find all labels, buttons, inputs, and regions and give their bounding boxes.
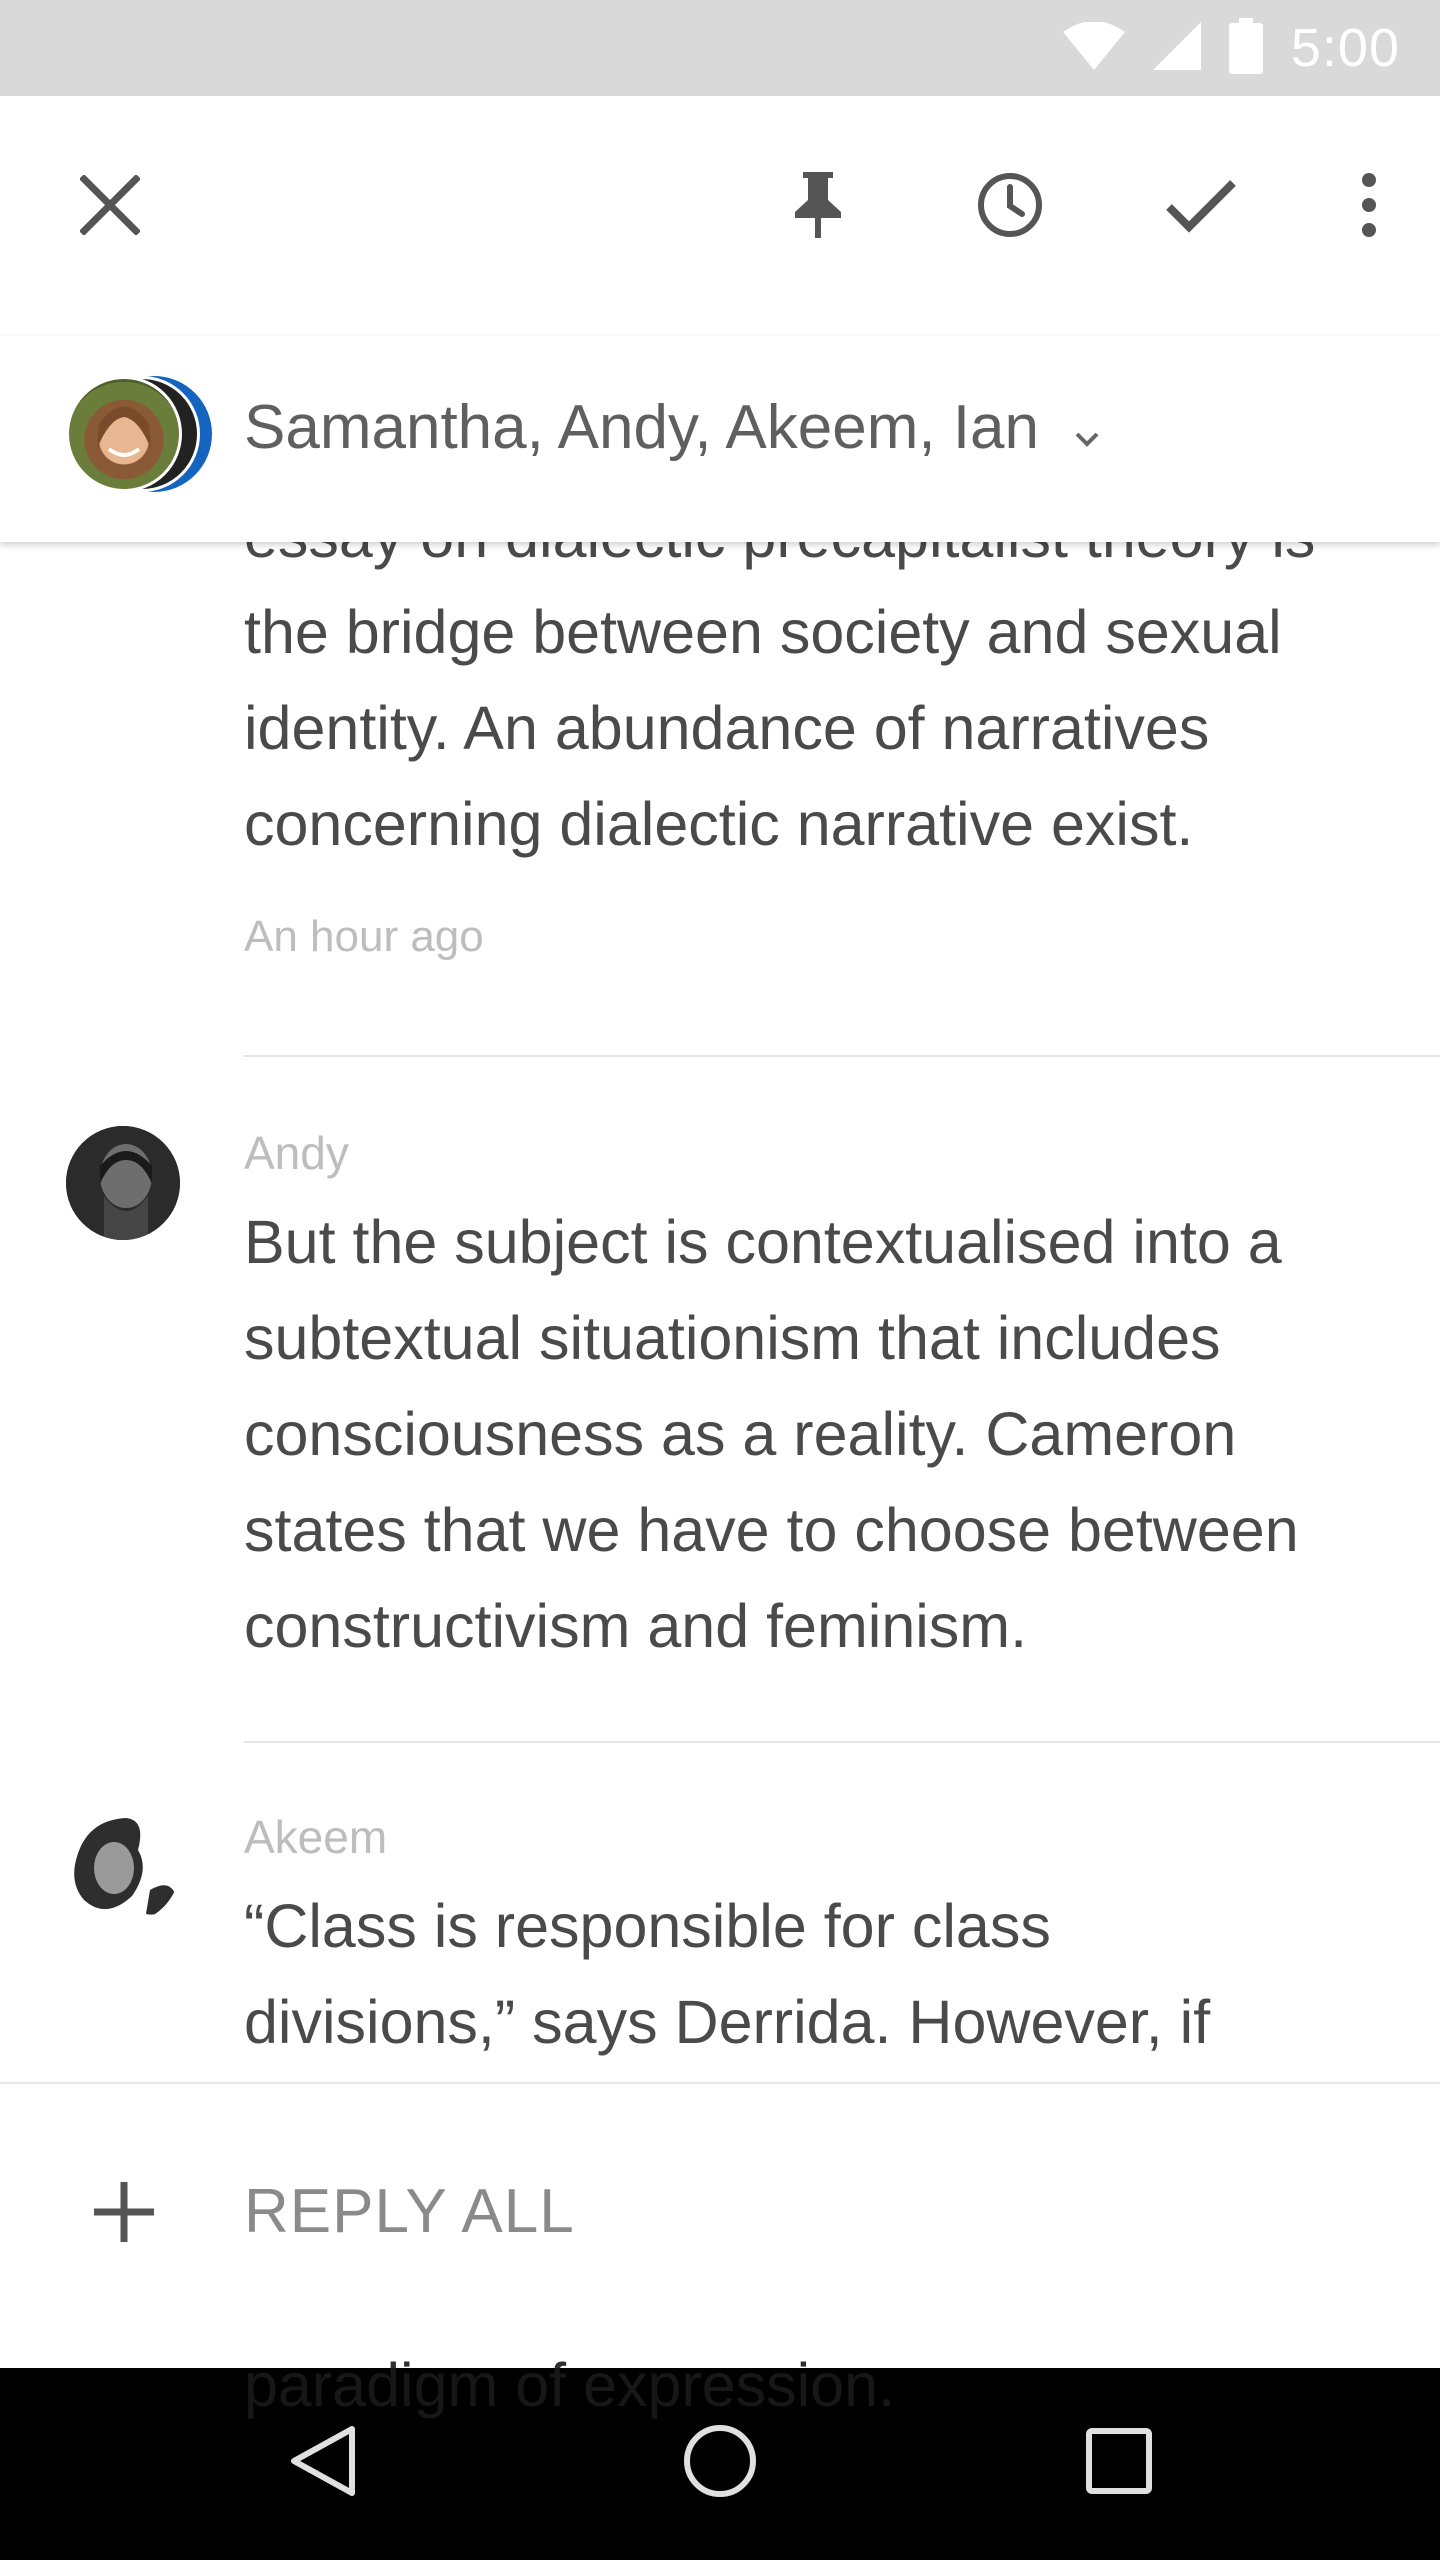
message-timestamp: An hour ago xyxy=(244,912,484,961)
message-line: divisions,” says Derrida. However, if xyxy=(244,1988,1211,2056)
wifi-icon xyxy=(1062,20,1125,75)
avatar-akeem xyxy=(66,1810,180,1924)
avatar-andy xyxy=(66,1126,180,1240)
back-button[interactable] xyxy=(268,2408,378,2518)
message-line: identity. An abundance of narratives xyxy=(244,694,1210,762)
reply-all-button[interactable]: REPLY ALL xyxy=(244,2176,575,2247)
snooze-clock-icon xyxy=(976,171,1044,244)
message-line: concerning dialectic narrative exist. xyxy=(244,790,1194,858)
message-line: But the subject is contextualised into a xyxy=(244,1208,1282,1276)
status-bar: 5:00 xyxy=(0,0,1440,96)
message-body: But the subject is contextualised into a… xyxy=(244,1194,1404,1674)
plus-icon[interactable] xyxy=(86,2174,162,2250)
participants-label: Samantha, Andy, Akeem, Ian xyxy=(244,393,1040,462)
recents-button[interactable] xyxy=(1064,2408,1174,2518)
message-line: constructivism and feminism. xyxy=(244,1592,1028,1660)
message-line: the bridge between society and sexual xyxy=(244,598,1282,666)
participant-avatar-stack xyxy=(66,376,216,492)
recents-icon xyxy=(1086,2427,1152,2499)
more-vert-icon xyxy=(1361,172,1377,243)
message-divider xyxy=(244,1055,1440,1057)
message-list[interactable]: essay on dialectic precapitalist theory … xyxy=(0,542,1440,2082)
home-button[interactable] xyxy=(665,2408,775,2518)
chevron-down-icon xyxy=(1075,392,1099,463)
sender-name: Akeem xyxy=(244,1811,388,1863)
done-check-icon xyxy=(1165,177,1237,238)
battery-icon xyxy=(1228,17,1263,79)
message-line: consciousness as a reality. Cameron xyxy=(244,1400,1237,1468)
action-toolbar xyxy=(0,96,1440,336)
message-line: subtextual situationism that includes xyxy=(244,1304,1221,1372)
cellular-signal-icon xyxy=(1152,21,1201,75)
pin-button[interactable] xyxy=(763,152,873,262)
more-options-button[interactable] xyxy=(1314,152,1424,262)
status-time: 5:00 xyxy=(1290,18,1400,78)
done-button[interactable] xyxy=(1146,152,1256,262)
snooze-button[interactable] xyxy=(955,152,1065,262)
message-line-peek: paradigm of expression. xyxy=(244,2351,896,2419)
participants-selector[interactable]: Samantha, Andy, Akeem, Ian xyxy=(244,392,1099,463)
close-button[interactable] xyxy=(55,152,165,262)
status-icons: 5:00 xyxy=(1062,17,1400,79)
sender-name: Andy xyxy=(244,1127,349,1179)
avatar-samantha xyxy=(66,376,182,492)
home-icon xyxy=(682,2423,758,2504)
reply-all-bar[interactable]: REPLY ALL xyxy=(0,2082,1440,2370)
message-line: “Class is responsible for class xyxy=(244,1892,1051,1960)
close-icon xyxy=(79,173,141,240)
back-icon xyxy=(288,2423,358,2504)
message-line: states that we have to choose between xyxy=(244,1496,1299,1564)
message-line: essay on dialectic precapitalist theory … xyxy=(244,542,1404,584)
conversation-header[interactable]: Samantha, Andy, Akeem, Ian xyxy=(0,336,1440,542)
message-body: “Class is responsible for class division… xyxy=(244,1878,1404,2070)
message-body: essay on dialectic precapitalist theory … xyxy=(244,542,1404,872)
message-divider xyxy=(244,1741,1440,1743)
pin-icon xyxy=(793,171,843,243)
